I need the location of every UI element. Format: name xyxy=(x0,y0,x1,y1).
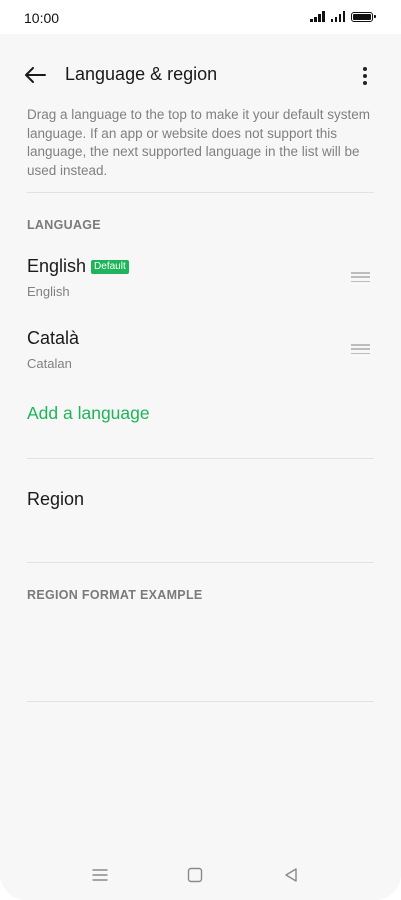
screen: 10:00 Language & region Drag a language … xyxy=(0,0,401,900)
more-options-button[interactable] xyxy=(353,64,377,88)
nav-home-button[interactable] xyxy=(183,865,207,885)
back-triangle-icon xyxy=(285,868,297,882)
language-item-english[interactable]: English Default English xyxy=(27,256,374,312)
back-button[interactable] xyxy=(20,62,50,88)
signal-icon xyxy=(310,11,325,22)
signal-icon xyxy=(330,11,345,22)
page-title: Language & region xyxy=(65,64,218,84)
region-item[interactable]: Region xyxy=(27,489,84,510)
nav-menu-button[interactable] xyxy=(88,865,112,885)
language-subtitle: English xyxy=(27,284,70,299)
section-header-language: LANGUAGE xyxy=(27,218,101,232)
drag-handle-icon[interactable] xyxy=(351,344,370,354)
menu-icon xyxy=(92,869,108,881)
battery-icon xyxy=(351,11,376,22)
drag-handle-icon[interactable] xyxy=(351,272,370,282)
language-name-text: English xyxy=(27,256,87,276)
more-vertical-icon xyxy=(363,67,367,71)
divider xyxy=(27,701,374,702)
navigation-bar xyxy=(0,855,401,895)
default-badge: Default xyxy=(91,259,129,274)
section-header-region-format: REGION FORMAT EXAMPLE xyxy=(27,588,203,602)
nav-back-button[interactable] xyxy=(279,865,303,885)
divider xyxy=(27,458,374,459)
language-name-text: Català xyxy=(27,328,80,348)
language-name: English Default xyxy=(27,256,129,277)
description-text: Drag a language to the top to make it yo… xyxy=(27,107,370,178)
language-subtitle: Catalan xyxy=(27,356,72,371)
add-language-button[interactable]: Add a language xyxy=(27,403,150,424)
home-square-icon xyxy=(187,867,203,883)
divider xyxy=(27,562,374,563)
status-icons xyxy=(310,11,376,22)
app-bar: Language & region xyxy=(0,52,401,98)
language-name: Català xyxy=(27,328,79,349)
language-item-catalan[interactable]: Català Catalan xyxy=(27,328,374,384)
divider xyxy=(27,192,374,193)
status-time: 10:00 xyxy=(24,10,60,26)
status-bar: 10:00 xyxy=(0,0,401,34)
arrow-left-icon xyxy=(25,67,46,83)
